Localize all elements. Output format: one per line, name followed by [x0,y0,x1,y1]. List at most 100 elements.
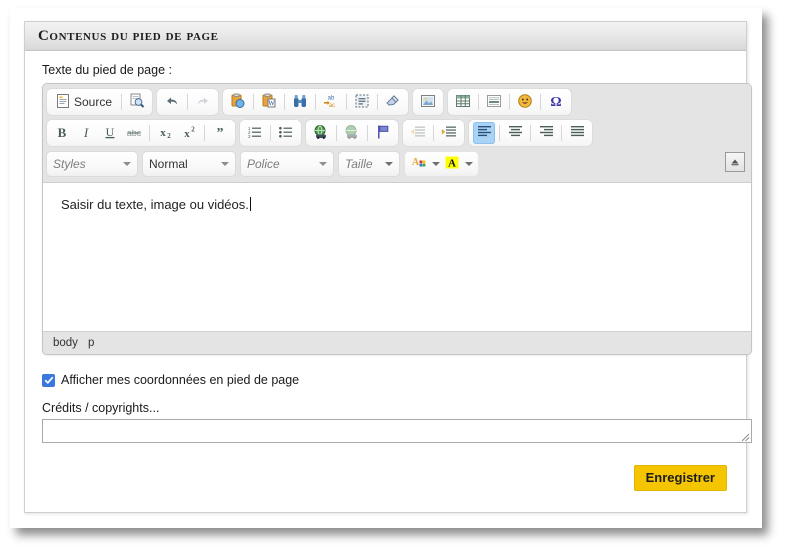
replace-button[interactable]: ab ac [320,91,342,113]
undo-arrow-icon [164,93,180,112]
text-color-button[interactable]: A [408,154,442,174]
editor-paragraph: Saisir du texte, image ou vidéos. [61,197,249,212]
link-button[interactable] [310,122,332,144]
align-center-button[interactable] [504,122,526,144]
toolbar-separator [204,125,205,141]
toolbar-separator [346,94,348,110]
credits-input[interactable] [42,419,752,443]
superscript-icon: x2 [181,125,197,142]
preview-button[interactable] [126,91,148,113]
toolbar-collapse-button[interactable] [725,152,745,172]
select-all-button[interactable] [351,91,373,113]
format-combo[interactable]: Normal [143,152,235,176]
toolbar-separator [509,94,511,110]
chevron-down-icon [123,162,131,166]
find-button[interactable] [289,91,311,113]
align-justify-button[interactable] [566,122,588,144]
align-left-icon [477,125,492,141]
chevron-down-icon [465,162,473,166]
font-combo[interactable]: Police [241,152,333,176]
toolbar-row-3: Styles Normal Police Taille A A [47,150,747,178]
smiley-button[interactable] [514,91,536,113]
undo-button[interactable] [161,91,183,113]
panel-body: Texte du pied de page : Source W ab ac Ω… [25,51,752,491]
show-contact-checkbox-label: Afficher mes coordonnées en pied de page [61,373,300,387]
text-cursor [249,197,251,211]
element-path-p[interactable]: p [88,337,94,349]
checkmark-icon [44,376,53,385]
superscript-button[interactable]: x2 [178,122,200,144]
toolbar-separator [270,125,271,141]
source-button[interactable]: Source [51,91,117,113]
toolbar-separator [336,125,337,141]
show-contact-checkbox-row: Afficher mes coordonnées en pied de page [42,373,729,387]
bold-button[interactable]: B [51,122,73,144]
size-combo[interactable]: Taille [339,152,399,176]
link-globe-icon [313,124,329,143]
save-button[interactable]: Enregistrer [633,465,727,491]
redo-button[interactable] [192,91,214,113]
styles-combo[interactable]: Styles [47,152,137,176]
svg-text:U: U [106,125,115,139]
svg-text:x: x [184,128,190,139]
select-all-icon [354,93,370,112]
editor-toolbar: Source W ab ac Ω B I U abc x 2 x 2 ” 1 2… [43,84,751,183]
toolbar-group-insert: Ω [448,89,572,115]
toolbar-group-document: Source [47,89,153,115]
align-left-button[interactable] [473,122,495,144]
paste-from-word-button[interactable]: W [258,91,280,113]
strikethrough-button[interactable]: abc [123,122,145,144]
redo-arrow-icon [195,93,211,112]
numbered-list-icon: 123 [247,125,263,142]
anchor-button[interactable] [372,122,394,144]
size-combo-label: Taille [345,157,373,171]
footer-text-label: Texte du pied de page : [42,63,172,77]
quote-icon: ” [213,125,227,142]
svg-text:x: x [160,127,166,139]
editor-element-path: body p [43,331,751,354]
toolbar-row-1: Source W ab ac Ω [47,88,747,116]
element-path-body[interactable]: body [53,337,78,349]
table-button[interactable] [452,91,474,113]
outdent-button[interactable] [407,122,429,144]
toolbar-separator [478,94,480,110]
bulleted-list-button[interactable] [275,122,297,144]
unlink-button[interactable] [341,122,363,144]
editor-content-area[interactable]: Saisir du texte, image ou vidéos. [43,183,751,331]
toolbar-group-indent [403,120,464,146]
align-right-button[interactable] [535,122,557,144]
align-right-icon [539,125,554,141]
resize-handle-icon[interactable] [740,432,750,442]
svg-text:I: I [83,125,89,139]
svg-text:A: A [448,158,456,170]
italic-icon: I [79,125,93,142]
italic-button[interactable]: I [75,122,97,144]
image-button[interactable] [417,91,439,113]
anchor-flag-icon [375,124,391,143]
background-color-button[interactable]: A [442,154,475,174]
toolbar-group-image [413,89,444,115]
chevron-down-icon [221,162,229,166]
svg-text:W: W [268,99,275,107]
svg-text:ac: ac [329,103,335,109]
source-document-icon [56,93,70,111]
show-contact-checkbox[interactable] [42,373,55,387]
indent-button[interactable] [438,122,460,144]
align-justify-icon [570,125,585,141]
bulleted-list-icon [278,125,294,142]
numbered-list-button[interactable]: 123 [244,122,266,144]
bold-icon: B [55,125,69,142]
blockquote-button[interactable]: ” [209,122,231,144]
subscript-button[interactable]: x2 [154,122,176,144]
svg-text:ab: ab [328,95,335,101]
underline-button[interactable]: U [99,122,121,144]
credits-label: Crédits / copyrights... [42,401,160,415]
special-char-button[interactable]: Ω [545,91,567,113]
svg-text:3: 3 [248,134,251,139]
horizontal-rule-button[interactable] [483,91,505,113]
font-combo-label: Police [247,157,280,171]
toolbar-group-colors: A A [405,152,478,176]
smiley-icon [517,93,533,112]
remove-format-button[interactable] [382,91,404,113]
paste-button[interactable] [227,91,249,113]
